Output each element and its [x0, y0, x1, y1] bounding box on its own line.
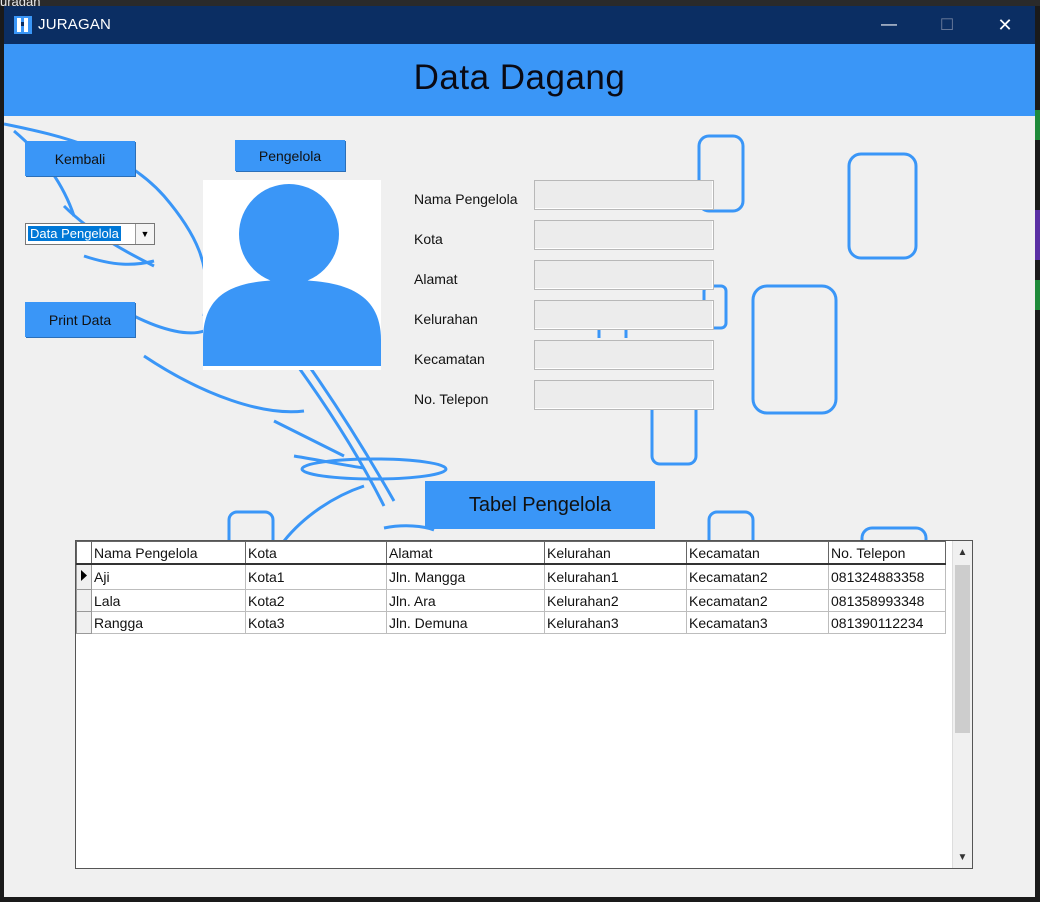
label-nama-pengelola: Nama Pengelola — [414, 191, 518, 207]
minimize-button[interactable]: — — [860, 6, 918, 44]
scroll-down-icon[interactable]: ▼ — [953, 848, 972, 866]
table-cell[interactable]: Kecamatan2 — [686, 563, 829, 590]
table-cell[interactable]: Aji — [91, 563, 246, 590]
page-header: Data Dagang — [4, 44, 1035, 116]
row-pointer-icon — [76, 563, 92, 590]
table-cell[interactable]: 081390112234 — [828, 611, 946, 634]
table-cell[interactable]: Jln. Mangga — [386, 563, 545, 590]
table-cell[interactable]: Kecamatan3 — [686, 611, 829, 634]
table-cell[interactable]: Jln. Ara — [386, 589, 545, 612]
table-cell[interactable]: 081324883358 — [828, 563, 946, 590]
column-header[interactable]: Kecamatan — [686, 541, 829, 565]
scroll-up-icon[interactable]: ▲ — [953, 543, 972, 561]
column-header[interactable]: Kota — [245, 541, 387, 565]
print-data-button[interactable]: Print Data — [25, 302, 135, 337]
table-cell[interactable]: Jln. Demuna — [386, 611, 545, 634]
content-area: Kembali Pengelola Data Pengelola ▼ Print… — [4, 116, 1035, 897]
pengelola-button[interactable]: Pengelola — [235, 140, 345, 171]
page-title: Data Dagang — [413, 58, 626, 97]
user-avatar-icon — [203, 180, 381, 370]
table-header-row: Nama Pengelola Kota Alamat Kelurahan Kec… — [76, 541, 946, 565]
label-kecamatan: Kecamatan — [414, 351, 485, 367]
column-header[interactable]: Alamat — [386, 541, 545, 565]
label-no-telepon: No. Telepon — [414, 391, 489, 407]
vertical-scrollbar[interactable]: ▲ ▼ — [952, 541, 972, 868]
table-cell[interactable]: Kelurahan3 — [544, 611, 687, 634]
desktop-accent-green — [1035, 110, 1040, 140]
data-table: Nama Pengelola Kota Alamat Kelurahan Kec… — [76, 541, 946, 634]
maximize-button[interactable]: ☐ — [918, 6, 976, 44]
kelurahan-input[interactable] — [534, 300, 714, 330]
window-title: JURAGAN — [38, 16, 112, 33]
kembali-button[interactable]: Kembali — [25, 141, 135, 176]
row-indicator-header — [76, 541, 92, 565]
column-header[interactable]: No. Telepon — [828, 541, 946, 565]
table-cell[interactable]: Kota2 — [245, 589, 387, 612]
table-row[interactable]: Aji Kota1 Jln. Mangga Kelurahan1 Kecamat… — [76, 563, 946, 590]
alamat-input[interactable] — [534, 260, 714, 290]
label-alamat: Alamat — [414, 271, 458, 287]
row-indicator — [76, 589, 92, 612]
tabel-pengelola-button[interactable]: Tabel Pengelola — [425, 481, 655, 529]
scrollbar-thumb[interactable] — [955, 565, 970, 733]
data-select-value: Data Pengelola — [28, 226, 121, 241]
data-grid[interactable]: Nama Pengelola Kota Alamat Kelurahan Kec… — [75, 540, 973, 869]
desktop-accent-purple — [1035, 210, 1040, 260]
table-cell[interactable]: Kota1 — [245, 563, 387, 590]
label-kelurahan: Kelurahan — [414, 311, 478, 327]
app-window: JURAGAN — ☐ ✕ Data Dagang Kembali Pengel… — [4, 6, 1035, 897]
table-cell[interactable]: Lala — [91, 589, 246, 612]
table-cell[interactable]: Kelurahan1 — [544, 563, 687, 590]
table-cell[interactable]: Rangga — [91, 611, 246, 634]
no-telepon-input[interactable] — [534, 380, 714, 410]
column-header[interactable]: Nama Pengelola — [91, 541, 246, 565]
label-kota: Kota — [414, 231, 443, 247]
kecamatan-input[interactable] — [534, 340, 714, 370]
table-cell[interactable]: Kota3 — [245, 611, 387, 634]
table-cell[interactable]: Kecamatan2 — [686, 589, 829, 612]
column-header[interactable]: Kelurahan — [544, 541, 687, 565]
close-button[interactable]: ✕ — [976, 6, 1034, 44]
desktop-accent-green-2 — [1035, 280, 1040, 310]
data-select[interactable]: Data Pengelola ▼ — [25, 223, 155, 245]
row-indicator — [76, 611, 92, 634]
table-cell[interactable]: 081358993348 — [828, 589, 946, 612]
kota-input[interactable] — [534, 220, 714, 250]
chevron-down-icon[interactable]: ▼ — [135, 224, 154, 244]
table-cell[interactable]: Kelurahan2 — [544, 589, 687, 612]
nama-pengelola-input[interactable] — [534, 180, 714, 210]
juragan-app-icon — [14, 16, 32, 34]
title-bar[interactable]: JURAGAN — ☐ ✕ — [4, 6, 1035, 44]
table-row[interactable]: Lala Kota2 Jln. Ara Kelurahan2 Kecamatan… — [76, 589, 946, 612]
table-row[interactable]: Rangga Kota3 Jln. Demuna Kelurahan3 Keca… — [76, 611, 946, 634]
